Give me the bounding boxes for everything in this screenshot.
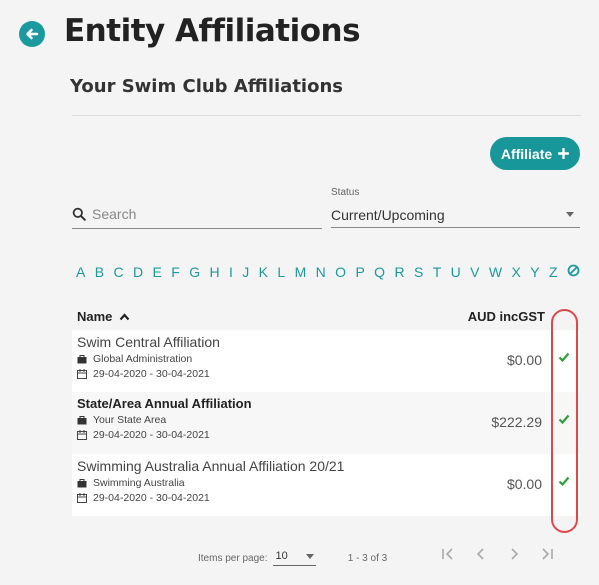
letter-filter[interactable]: L <box>277 264 285 280</box>
entity-line: Swimming Australia <box>77 477 575 489</box>
letter-filter[interactable]: D <box>133 264 143 280</box>
briefcase-icon <box>77 415 87 424</box>
affiliations-table: Name AUD incGST Swim Central Affiliation… <box>72 303 580 516</box>
letter-filter[interactable]: T <box>433 264 442 280</box>
letter-filter[interactable]: K <box>259 264 268 280</box>
date-line: 29-04-2020 - 30-04-2021 <box>77 368 575 380</box>
date-line: 29-04-2020 - 30-04-2021 <box>77 429 575 441</box>
affiliation-price: $0.00 <box>506 476 542 492</box>
letter-filter[interactable]: Q <box>374 264 385 280</box>
affiliate-button[interactable]: Affiliate <box>490 137 580 170</box>
search-placeholder: Search <box>92 206 137 222</box>
letter-filter[interactable]: A <box>76 264 85 280</box>
page-range: 1 - 3 of 3 <box>347 552 388 564</box>
alphabet-filter: A B C D E F G H I J K L M N O P Q R S T … <box>76 264 580 280</box>
chevron-down-icon <box>566 212 574 217</box>
affiliation-name: Swim Central Affiliation <box>77 334 220 350</box>
letter-filter[interactable]: W <box>489 264 502 280</box>
letter-filter[interactable]: B <box>95 264 104 280</box>
table-row[interactable]: Swim Central Affiliation Global Administ… <box>72 330 580 392</box>
entity-line: Global Administration <box>77 353 575 365</box>
letter-filter[interactable]: Z <box>549 264 558 280</box>
page-title: Entity Affiliations <box>64 13 361 49</box>
calendar-icon <box>77 369 87 379</box>
last-page-icon[interactable] <box>539 547 555 561</box>
prev-page-icon[interactable] <box>473 547 489 561</box>
search-input[interactable]: Search <box>72 200 322 229</box>
search-icon <box>72 207 86 221</box>
table-row[interactable]: State/Area Annual Affiliation Your State… <box>72 392 580 454</box>
per-page-select[interactable]: 10 <box>273 550 316 566</box>
arrow-left-icon <box>26 28 39 40</box>
letter-filter[interactable]: M <box>295 264 307 280</box>
pager-nav <box>440 547 555 561</box>
price-column-header: AUD incGST <box>467 309 545 324</box>
calendar-icon <box>77 493 87 503</box>
letter-filter[interactable]: U <box>451 264 461 280</box>
briefcase-icon <box>77 354 87 363</box>
next-page-icon[interactable] <box>506 547 522 561</box>
letter-filter[interactable]: N <box>316 264 326 280</box>
divider <box>72 115 581 116</box>
calendar-icon <box>77 430 87 440</box>
first-page-icon[interactable] <box>440 547 456 561</box>
letter-filter[interactable]: G <box>189 264 200 280</box>
table-row[interactable]: Swimming Australia Annual Affiliation 20… <box>72 454 580 516</box>
letter-filter[interactable]: S <box>414 264 423 280</box>
highlight-annotation <box>551 309 578 533</box>
status-value: Current/Upcoming <box>331 206 445 223</box>
status-label: Status <box>331 187 360 198</box>
chevron-down-icon <box>305 553 314 559</box>
date-line: 29-04-2020 - 30-04-2021 <box>77 492 575 504</box>
affiliation-price: $0.00 <box>506 352 542 368</box>
letter-filter[interactable]: J <box>242 264 249 280</box>
letter-filter[interactable]: F <box>171 264 180 280</box>
clear-filter-icon[interactable] <box>567 264 580 280</box>
affiliate-button-label: Affiliate <box>500 145 553 162</box>
letter-filter[interactable]: E <box>153 264 162 280</box>
plus-icon <box>558 148 570 159</box>
section-subtitle: Your Swim Club Affiliations <box>70 76 343 97</box>
letter-filter[interactable]: X <box>512 264 521 280</box>
letter-filter[interactable]: I <box>229 264 233 280</box>
status-select[interactable]: Current/Upcoming <box>331 202 580 228</box>
letter-filter[interactable]: Y <box>530 264 539 280</box>
per-page-label: Items per page: <box>198 552 268 564</box>
affiliation-name: State/Area Annual Affiliation <box>77 396 252 411</box>
letter-filter[interactable]: C <box>113 264 123 280</box>
paginator: Items per page: 10 1 - 3 of 3 <box>198 550 387 566</box>
sort-asc-icon <box>119 313 130 321</box>
table-header: Name AUD incGST <box>72 303 580 330</box>
letter-filter[interactable]: P <box>355 264 364 280</box>
letter-filter[interactable]: R <box>394 264 404 280</box>
affiliation-name: Swimming Australia Annual Affiliation 20… <box>77 458 345 474</box>
briefcase-icon <box>77 478 87 487</box>
letter-filter[interactable]: O <box>335 264 346 280</box>
letter-filter[interactable]: V <box>470 264 479 280</box>
back-button[interactable] <box>19 21 45 47</box>
letter-filter[interactable]: H <box>209 264 219 280</box>
affiliation-price: $222.29 <box>491 414 542 430</box>
name-column-header[interactable]: Name <box>77 309 130 324</box>
